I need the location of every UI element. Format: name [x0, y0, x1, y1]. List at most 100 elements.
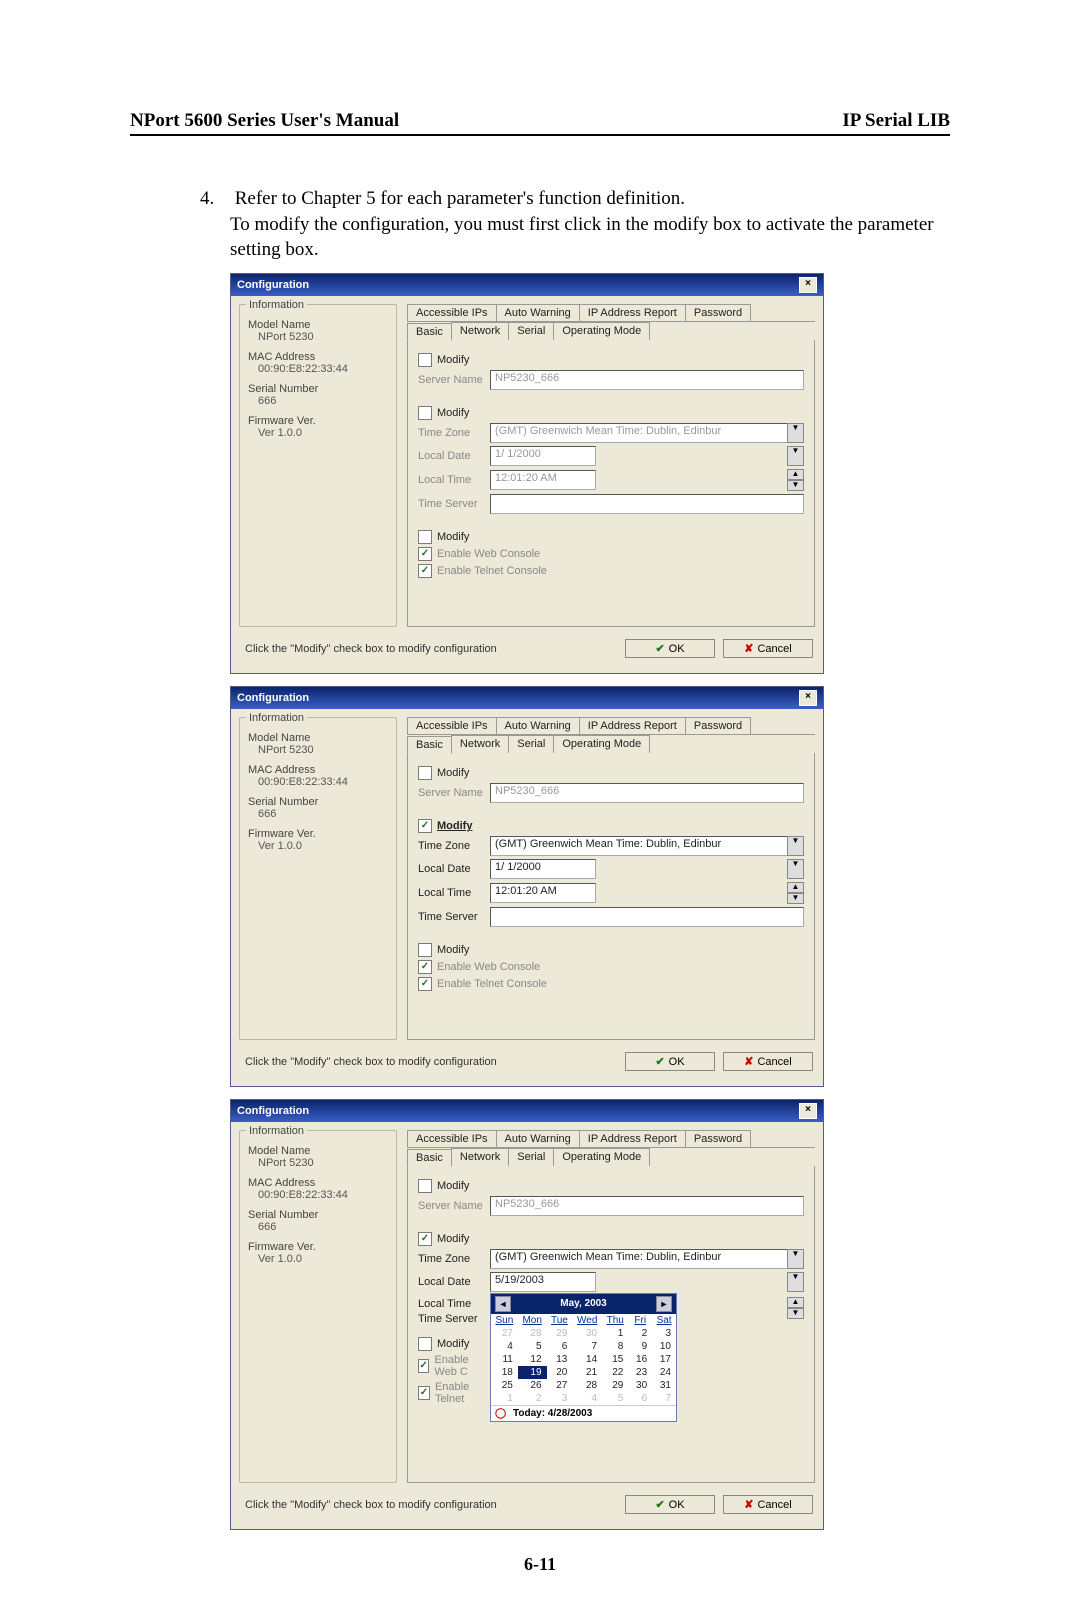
- calendar-day[interactable]: 2: [518, 1392, 547, 1405]
- tab-auto-warning[interactable]: Auto Warning: [496, 717, 580, 734]
- calendar-day[interactable]: 4: [491, 1340, 518, 1353]
- calendar-day[interactable]: 27: [491, 1327, 518, 1340]
- modify-console-checkbox[interactable]: [418, 943, 432, 957]
- chevron-down-icon[interactable]: ▼: [787, 423, 804, 443]
- enable-telnet-console-checkbox[interactable]: [418, 1386, 430, 1400]
- local-time-input[interactable]: 12:01:20 AM: [490, 883, 596, 903]
- modify-time-checkbox[interactable]: [418, 1232, 432, 1246]
- calendar-prev-month-icon[interactable]: ◄: [495, 1296, 511, 1312]
- calendar-day[interactable]: 5: [602, 1392, 628, 1405]
- ok-button[interactable]: ✔OK: [625, 1495, 715, 1514]
- calendar-day[interactable]: 26: [518, 1379, 547, 1392]
- calendar-day[interactable]: 4: [572, 1392, 602, 1405]
- tab-accessible-ips[interactable]: Accessible IPs: [407, 1130, 497, 1147]
- tab-basic[interactable]: Basic: [407, 323, 452, 341]
- calendar-day[interactable]: 27: [547, 1379, 573, 1392]
- enable-web-console-checkbox[interactable]: [418, 960, 432, 974]
- time-server-input[interactable]: [490, 907, 804, 927]
- calendar-day[interactable]: 20: [547, 1366, 573, 1379]
- calendar-day[interactable]: 28: [518, 1327, 547, 1340]
- calendar-day[interactable]: 22: [602, 1366, 628, 1379]
- calendar-day[interactable]: 30: [572, 1327, 602, 1340]
- calendar-day[interactable]: 8: [602, 1340, 628, 1353]
- tab-network[interactable]: Network: [451, 735, 509, 753]
- tab-basic[interactable]: Basic: [407, 736, 452, 754]
- calendar-day[interactable]: 29: [602, 1379, 628, 1392]
- time-zone-combo[interactable]: (GMT) Greenwich Mean Time: Dublin, Edinb…: [490, 423, 788, 443]
- tab-accessible-ips[interactable]: Accessible IPs: [407, 304, 497, 321]
- calendar-day[interactable]: 18: [491, 1366, 518, 1379]
- tab-ip-address-report[interactable]: IP Address Report: [579, 304, 686, 321]
- spin-up-icon[interactable]: ▲: [787, 1297, 804, 1308]
- chevron-down-icon[interactable]: ▼: [787, 1249, 804, 1269]
- modify-console-checkbox[interactable]: [418, 1337, 432, 1351]
- calendar-day[interactable]: 7: [652, 1392, 676, 1405]
- tab-accessible-ips[interactable]: Accessible IPs: [407, 717, 497, 734]
- modify-server-name-checkbox[interactable]: [418, 766, 432, 780]
- spin-up-icon[interactable]: ▲: [787, 469, 804, 480]
- tab-network[interactable]: Network: [451, 1148, 509, 1166]
- cancel-button[interactable]: ✘Cancel: [723, 1495, 813, 1514]
- tab-password[interactable]: Password: [685, 1130, 751, 1147]
- server-name-input[interactable]: NP5230_666: [490, 783, 804, 803]
- cancel-button[interactable]: ✘Cancel: [723, 1052, 813, 1071]
- calendar-day[interactable]: 23: [628, 1366, 652, 1379]
- tab-operating-mode[interactable]: Operating Mode: [553, 735, 650, 753]
- tab-password[interactable]: Password: [685, 304, 751, 321]
- calendar-day[interactable]: 16: [628, 1353, 652, 1366]
- close-icon[interactable]: ×: [799, 277, 817, 293]
- cancel-button[interactable]: ✘Cancel: [723, 639, 813, 658]
- tab-operating-mode[interactable]: Operating Mode: [553, 322, 650, 340]
- tab-ip-address-report[interactable]: IP Address Report: [579, 717, 686, 734]
- calendar-day[interactable]: 14: [572, 1353, 602, 1366]
- tab-ip-address-report[interactable]: IP Address Report: [579, 1130, 686, 1147]
- calendar-day[interactable]: 9: [628, 1340, 652, 1353]
- calendar-day[interactable]: 13: [547, 1353, 573, 1366]
- tab-operating-mode[interactable]: Operating Mode: [553, 1148, 650, 1166]
- close-icon[interactable]: ×: [799, 1103, 817, 1119]
- calendar-day[interactable]: 6: [547, 1340, 573, 1353]
- local-date-input[interactable]: 5/19/2003: [490, 1272, 596, 1292]
- enable-web-console-checkbox[interactable]: [418, 547, 432, 561]
- calendar-day[interactable]: 31: [652, 1379, 676, 1392]
- time-zone-combo[interactable]: (GMT) Greenwich Mean Time: Dublin, Edinb…: [490, 1249, 788, 1269]
- enable-web-console-checkbox[interactable]: [418, 1359, 429, 1373]
- tab-password[interactable]: Password: [685, 717, 751, 734]
- tab-serial[interactable]: Serial: [508, 735, 554, 753]
- server-name-input[interactable]: NP5230_666: [490, 370, 804, 390]
- modify-console-checkbox[interactable]: [418, 530, 432, 544]
- calendar-day[interactable]: 3: [547, 1392, 573, 1405]
- calendar-day[interactable]: 10: [652, 1340, 676, 1353]
- calendar-day[interactable]: 3: [652, 1327, 676, 1340]
- calendar-next-month-icon[interactable]: ►: [656, 1296, 672, 1312]
- calendar-day[interactable]: 29: [547, 1327, 573, 1340]
- calendar-day[interactable]: 28: [572, 1379, 602, 1392]
- spin-down-icon[interactable]: ▼: [787, 893, 804, 904]
- calendar-day[interactable]: 21: [572, 1366, 602, 1379]
- calendar-day[interactable]: 30: [628, 1379, 652, 1392]
- local-time-input[interactable]: 12:01:20 AM: [490, 470, 596, 490]
- local-date-input[interactable]: 1/ 1/2000: [490, 859, 596, 879]
- close-icon[interactable]: ×: [799, 690, 817, 706]
- ok-button[interactable]: ✔OK: [625, 1052, 715, 1071]
- local-date-input[interactable]: 1/ 1/2000: [490, 446, 596, 466]
- calendar-today-link[interactable]: ◯ Today: 4/28/2003: [491, 1405, 676, 1421]
- calendar-day[interactable]: 12: [518, 1353, 547, 1366]
- server-name-input[interactable]: NP5230_666: [490, 1196, 804, 1216]
- time-zone-combo[interactable]: (GMT) Greenwich Mean Time: Dublin, Edinb…: [490, 836, 788, 856]
- tab-serial[interactable]: Serial: [508, 1148, 554, 1166]
- modify-server-name-checkbox[interactable]: [418, 1179, 432, 1193]
- calendar-day[interactable]: 7: [572, 1340, 602, 1353]
- calendar-day[interactable]: 1: [602, 1327, 628, 1340]
- tab-serial[interactable]: Serial: [508, 322, 554, 340]
- calendar-day[interactable]: 24: [652, 1366, 676, 1379]
- calendar-day[interactable]: 6: [628, 1392, 652, 1405]
- spin-up-icon[interactable]: ▲: [787, 882, 804, 893]
- spin-down-icon[interactable]: ▼: [787, 1308, 804, 1319]
- time-server-input[interactable]: [490, 494, 804, 514]
- tab-basic[interactable]: Basic: [407, 1149, 452, 1167]
- ok-button[interactable]: ✔OK: [625, 639, 715, 658]
- enable-telnet-console-checkbox[interactable]: [418, 564, 432, 578]
- spin-down-icon[interactable]: ▼: [787, 480, 804, 491]
- calendar-day[interactable]: 25: [491, 1379, 518, 1392]
